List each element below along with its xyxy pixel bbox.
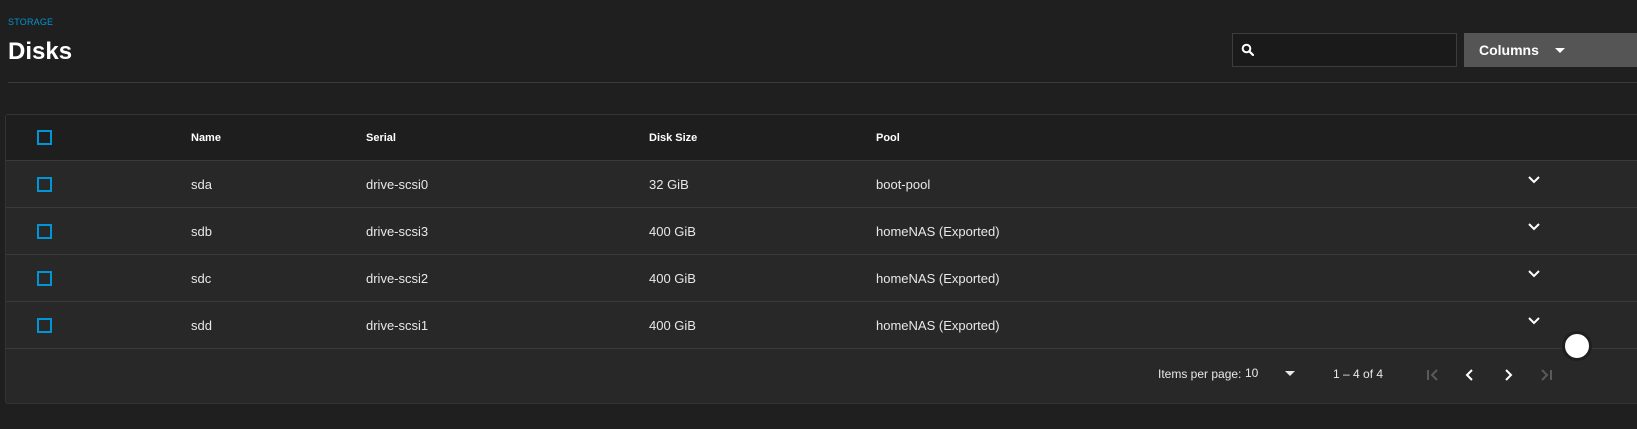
row-expand-cell: [1524, 208, 1544, 254]
chevron-down-icon: [1528, 223, 1540, 231]
cell-pool: homeNAS (Exported): [876, 223, 1000, 239]
table-row[interactable]: sda drive-scsi0 32 GiB boot-pool: [6, 161, 1637, 208]
page-title: Disks: [8, 38, 73, 65]
items-per-page-label: Items per page:: [1158, 367, 1242, 381]
table-header-row: Name Serial Disk Size Pool: [6, 115, 1637, 161]
row-checkbox-cell: [37, 161, 52, 207]
paginator: Items per page: 10 1 – 4 of 4: [6, 351, 1637, 401]
cell-serial: drive-scsi2: [366, 270, 429, 286]
floating-action-button[interactable]: [1562, 331, 1592, 361]
header-divider: [8, 82, 1637, 83]
breadcrumb[interactable]: STORAGE: [8, 17, 53, 27]
cell-serial: drive-scsi0: [366, 176, 429, 192]
column-header-serial[interactable]: Serial: [366, 115, 396, 160]
expand-row-button[interactable]: [1524, 264, 1544, 284]
table-row[interactable]: sdb drive-scsi3 400 GiB homeNAS (Exporte…: [6, 208, 1637, 255]
header-checkbox-cell: [37, 115, 52, 160]
caret-down-icon: [1285, 370, 1295, 376]
first-page-button[interactable]: [1419, 361, 1447, 389]
table-row[interactable]: sdd drive-scsi1 400 GiB homeNAS (Exporte…: [6, 302, 1637, 349]
last-page-button[interactable]: [1532, 361, 1560, 389]
items-per-page-select[interactable]: 10: [1245, 359, 1305, 387]
row-expand-cell: [1524, 255, 1544, 301]
previous-page-icon: [1465, 369, 1473, 381]
chevron-down-icon: [1528, 176, 1540, 184]
cell-name: sdd: [191, 317, 212, 333]
chevron-down-icon: [1528, 270, 1540, 278]
next-page-button[interactable]: [1494, 361, 1522, 389]
row-checkbox[interactable]: [37, 176, 52, 192]
chevron-down-icon: [1528, 317, 1540, 325]
columns-button[interactable]: Columns: [1464, 33, 1637, 67]
row-checkbox[interactable]: [37, 270, 52, 286]
cell-name: sda: [191, 176, 212, 192]
previous-page-button[interactable]: [1456, 361, 1484, 389]
row-checkbox[interactable]: [37, 223, 52, 239]
expand-row-button[interactable]: [1524, 170, 1544, 190]
cell-pool: homeNAS (Exported): [876, 317, 1000, 333]
first-page-icon: [1427, 369, 1438, 381]
cell-name: sdb: [191, 223, 212, 239]
columns-button-label: Columns: [1479, 42, 1539, 58]
row-checkbox-cell: [37, 302, 52, 348]
select-all-checkbox[interactable]: [37, 130, 52, 145]
cell-disk-size: 400 GiB: [649, 317, 696, 333]
cell-disk-size: 400 GiB: [649, 270, 696, 286]
caret-down-icon: [1554, 47, 1565, 53]
last-page-icon: [1541, 369, 1552, 381]
next-page-icon: [1505, 369, 1513, 381]
expand-row-button[interactable]: [1524, 217, 1544, 237]
cell-pool: homeNAS (Exported): [876, 270, 1000, 286]
table-row[interactable]: sdc drive-scsi2 400 GiB homeNAS (Exporte…: [6, 255, 1637, 302]
items-per-page-value: 10: [1245, 366, 1259, 380]
disks-page: STORAGE Disks Columns Name Serial Disk S…: [0, 0, 1637, 429]
row-checkbox-cell: [37, 208, 52, 254]
row-checkbox-cell: [37, 255, 52, 301]
cell-disk-size: 400 GiB: [649, 223, 696, 239]
search-icon: [1233, 43, 1263, 57]
row-checkbox[interactable]: [37, 317, 52, 333]
disks-table: Name Serial Disk Size Pool sda drive-scs…: [5, 114, 1637, 404]
column-header-name[interactable]: Name: [191, 115, 221, 160]
cell-disk-size: 32 GiB: [649, 176, 689, 192]
search-input[interactable]: [1263, 34, 1456, 66]
cell-name: sdc: [191, 270, 212, 286]
cell-serial: drive-scsi3: [366, 223, 429, 239]
column-header-disk-size[interactable]: Disk Size: [649, 115, 697, 160]
cell-pool: boot-pool: [876, 176, 931, 192]
row-expand-cell: [1524, 161, 1544, 207]
search-box[interactable]: [1232, 33, 1457, 67]
cell-serial: drive-scsi1: [366, 317, 429, 333]
page-range-label: 1 – 4 of 4: [1333, 367, 1384, 381]
column-header-pool[interactable]: Pool: [876, 115, 900, 160]
expand-row-button[interactable]: [1524, 311, 1544, 331]
row-expand-cell: [1524, 302, 1544, 348]
